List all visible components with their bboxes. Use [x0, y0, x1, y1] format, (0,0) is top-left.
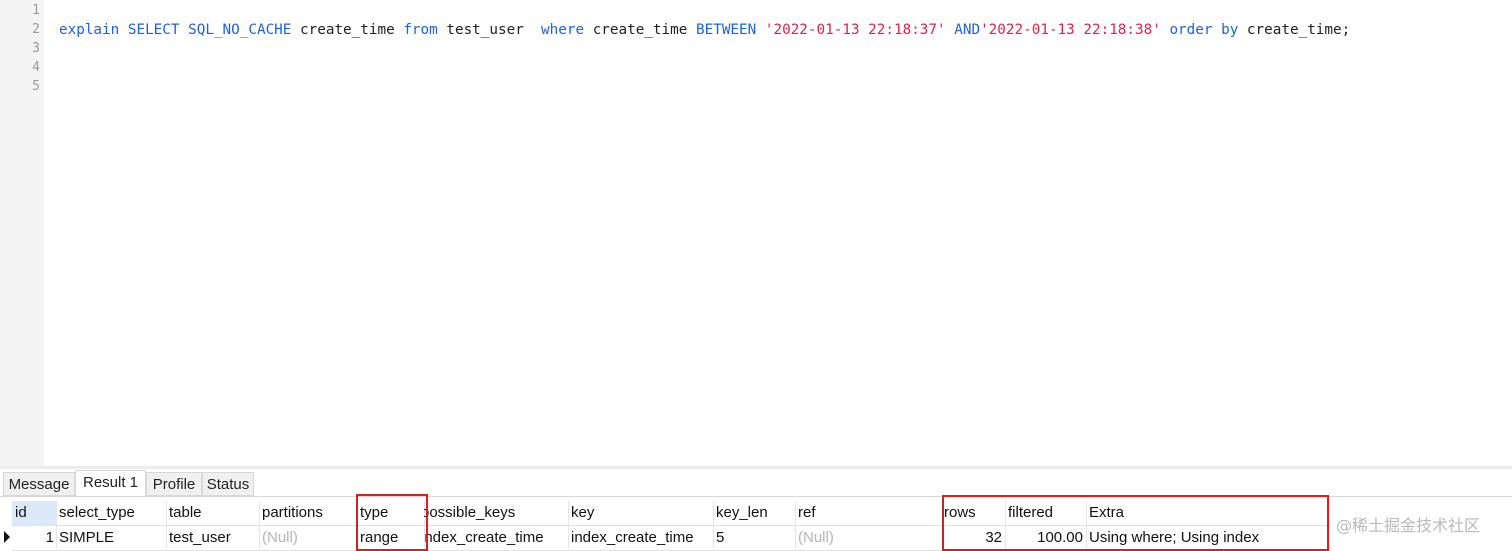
sql-keyword-token: order by — [1169, 22, 1239, 38]
line-number: 1 — [32, 3, 40, 18]
column-separator — [166, 501, 167, 549]
line-number: 3 — [32, 41, 40, 56]
line-number-gutter: 1 2 3 4 5 — [0, 0, 44, 466]
line-number: 5 — [32, 79, 40, 94]
highlight-box-type — [356, 494, 428, 551]
tab-profile[interactable]: Profile — [146, 472, 202, 496]
sql-editor[interactable]: 1 2 3 4 5 explain SELECT SQL_NO_CACHE cr… — [0, 0, 1512, 466]
column-header-ref[interactable]: ref — [798, 501, 940, 525]
column-header-possible-keys[interactable]: possible_keys — [424, 501, 566, 525]
cell-key[interactable]: index_create_time — [571, 526, 711, 550]
cell-ref[interactable]: (Null) — [798, 526, 940, 550]
cell-partitions[interactable]: (Null) — [262, 526, 355, 550]
column-separator — [568, 501, 569, 549]
column-separator — [259, 501, 260, 549]
sql-string-token: '2022-01-13 22:18:38' — [980, 22, 1161, 38]
line-number: 2 — [32, 22, 40, 37]
result-tabs: Message Result 1 Profile Status — [0, 469, 1512, 497]
watermark: @稀土掘金技术社区 — [1336, 516, 1481, 535]
column-header-key-len[interactable]: key_len — [716, 501, 793, 525]
cell-possible-keys[interactable]: index_create_time — [424, 526, 566, 550]
cell-table[interactable]: test_user — [169, 526, 257, 550]
sql-keyword-token: BETWEEN — [696, 22, 757, 38]
sql-query-line[interactable]: explain SELECT SQL_NO_CACHE create_time … — [59, 20, 1350, 40]
column-separator — [713, 501, 714, 549]
column-header-table[interactable]: table — [169, 501, 257, 525]
sql-identifier-token: create_time — [584, 22, 696, 38]
sql-identifier-token: test_user — [437, 22, 542, 38]
line-number: 4 — [32, 60, 40, 75]
column-header-partitions[interactable]: partitions — [262, 501, 355, 525]
sql-identifier-token — [756, 22, 765, 38]
cell-key-len[interactable]: 5 — [716, 526, 793, 550]
column-header-id[interactable]: id — [15, 501, 55, 525]
column-header-select-type[interactable]: select_type — [59, 501, 164, 525]
sql-keyword-token: explain SELECT SQL_NO_CACHE — [59, 22, 292, 38]
current-row-indicator-icon — [4, 531, 10, 543]
cell-id[interactable]: 1 — [15, 526, 54, 550]
sql-keyword-token: where — [541, 22, 585, 38]
cell-select-type[interactable]: SIMPLE — [59, 526, 164, 550]
column-header-key[interactable]: key — [571, 501, 711, 525]
tab-message[interactable]: Message — [3, 472, 75, 496]
tab-result-1[interactable]: Result 1 — [75, 470, 146, 497]
column-separator — [795, 501, 796, 549]
sql-keyword-token: from — [403, 22, 438, 38]
tab-status[interactable]: Status — [202, 472, 254, 496]
sql-identifier-token: create_time — [291, 22, 404, 38]
sql-string-token: '2022-01-13 22:18:37' — [764, 22, 946, 38]
sql-keyword-token: AND — [954, 22, 981, 38]
sql-identifier-token — [946, 22, 955, 38]
highlight-box-rows-filtered-extra — [942, 495, 1329, 551]
column-separator — [56, 501, 57, 549]
sql-identifier-token: create_time; — [1238, 22, 1351, 38]
